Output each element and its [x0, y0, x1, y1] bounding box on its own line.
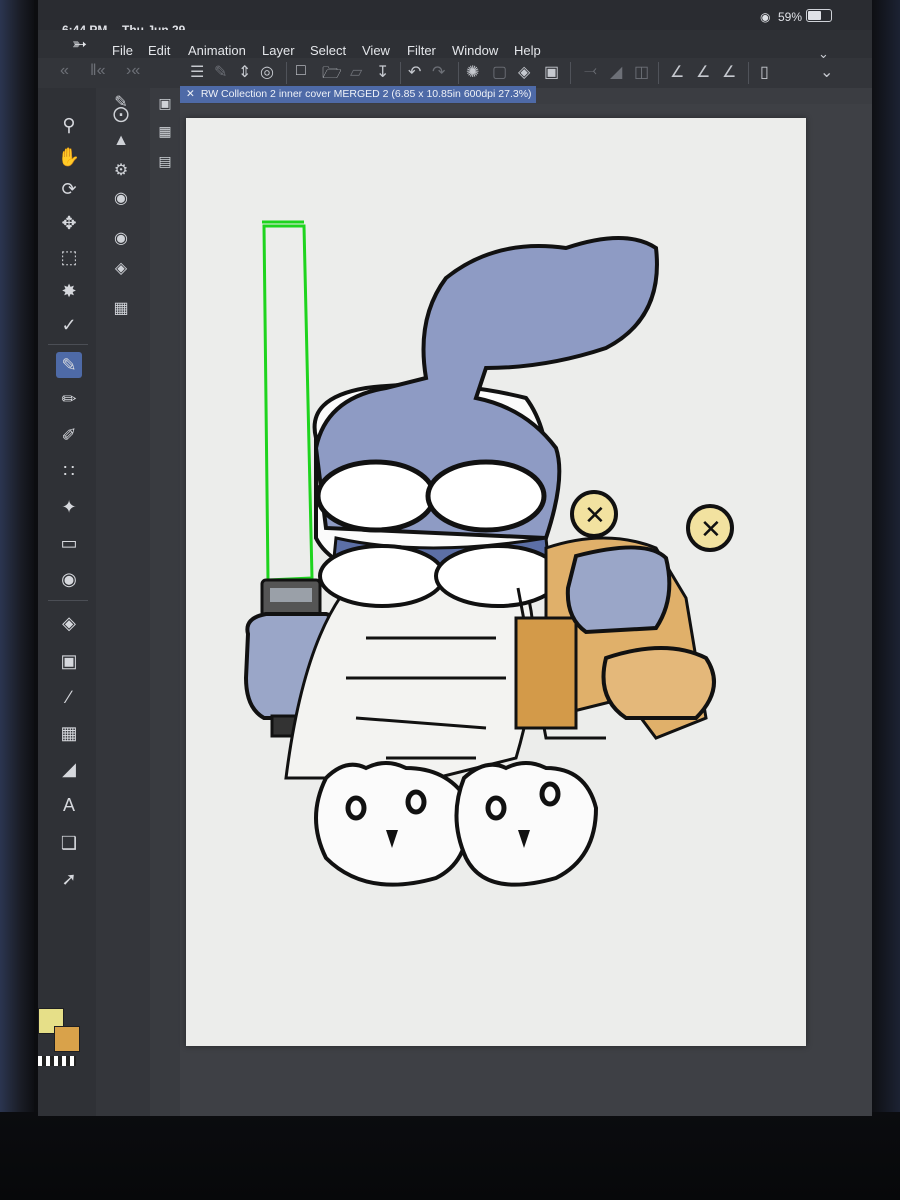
brush-icon[interactable]: ✐	[56, 422, 82, 448]
stepper-icon[interactable]: ⇕	[238, 62, 251, 82]
menu-filter[interactable]: Filter	[407, 43, 436, 58]
command-bar: « ‖« ›« ☰ ✎ ⇕ ◎ □ 🗁 ▱ ↧ ↶ ↷ ✺ ▢ ◈ ▣ ⤙ ◢ …	[38, 58, 872, 88]
transparent-color-swatch[interactable]	[38, 1056, 76, 1066]
grid-snap-icon[interactable]: ∠	[722, 62, 736, 82]
special-ruler-icon[interactable]: ∠	[696, 62, 710, 82]
tool-palette: ⚲ ✋ ⟳ ✥ ⬚ ✸ ✓ ✎ ✏ ✐ ∷ ✦ ▭ ◉ ◈ ▣ ∕ ▦ ◢ A …	[38, 88, 96, 1116]
gradient-icon[interactable]: ▣	[56, 648, 82, 674]
tablet-bezel-left	[0, 0, 34, 1200]
balloon-icon[interactable]: ❑	[56, 830, 82, 856]
hand-icon[interactable]: ✋	[56, 144, 82, 170]
line-icon[interactable]: ∕	[56, 684, 82, 710]
tablet-screen: 6:44 PM Thu Jun 29 ◉ 59% ➳ File Edit Ani…	[38, 0, 872, 1116]
move-icon[interactable]: ✥	[56, 210, 82, 236]
pen-icon[interactable]: ✎	[56, 352, 82, 378]
eyedropper-icon[interactable]: ✓	[56, 312, 82, 338]
sub-tool-palette: ✎ ⨀ ▲ ⚙ ◉ ◉ ◈ ▦	[96, 88, 150, 1116]
layer-icon[interactable]: ◈	[108, 256, 134, 282]
crop-icon[interactable]: ◫	[634, 62, 649, 82]
search-icon[interactable]: ⚲	[56, 112, 82, 138]
svg-text:✕: ✕	[700, 514, 722, 544]
expand-right-icon[interactable]: ›«	[126, 62, 140, 80]
brush-size-icon[interactable]: ▲	[108, 128, 134, 154]
layer-property-icon[interactable]: ▦	[108, 296, 134, 322]
menu-icon[interactable]: ☰	[190, 62, 204, 82]
sub-color-swatch[interactable]	[54, 1026, 80, 1052]
new-file-icon[interactable]: □	[296, 62, 306, 80]
eraser-icon[interactable]: ▭	[56, 530, 82, 556]
decoration-icon[interactable]: ✦	[56, 494, 82, 520]
menu-view[interactable]: View	[362, 43, 390, 58]
status-bar: 6:44 PM Thu Jun 29 ◉ 59%	[38, 0, 872, 37]
palette-dock: ▣ ▦ ▤	[150, 88, 180, 1116]
document-tab[interactable]: ✕ RW Collection 2 inner cover MERGED 2 (6…	[180, 86, 536, 103]
rotate-icon[interactable]: ⟳	[56, 176, 82, 202]
app-logo-icon[interactable]: ➳	[72, 34, 87, 55]
illustration: ✕ ✕	[243, 220, 734, 887]
menu-select[interactable]: Select	[310, 43, 346, 58]
airbrush-icon[interactable]: ∷	[56, 458, 82, 484]
pen-pressure-icon[interactable]: ✎	[214, 62, 227, 82]
redo-icon[interactable]: ↷	[432, 62, 445, 82]
menu-edit[interactable]: Edit	[148, 43, 170, 58]
canvas-paper[interactable]: ✕ ✕	[186, 118, 806, 1046]
frame-icon[interactable]: ▦	[56, 720, 82, 746]
undo-icon[interactable]: ↶	[408, 62, 421, 82]
menu-animation[interactable]: Animation	[188, 43, 246, 58]
open-file-icon[interactable]: 🗁	[322, 62, 342, 89]
blend-icon[interactable]: ◉	[56, 566, 82, 592]
fill-selection-icon[interactable]: ◈	[518, 62, 530, 82]
battery-percent: 59%	[778, 10, 803, 24]
battery-icon	[806, 9, 832, 22]
collapse-left-icon[interactable]: «	[60, 62, 69, 80]
ruler-snap-icon[interactable]: ∠	[670, 62, 684, 82]
navigator-icon[interactable]: ⨀	[108, 102, 134, 128]
export-icon[interactable]: ↧	[376, 62, 389, 82]
svg-text:✕: ✕	[584, 500, 606, 530]
text-icon[interactable]: A	[56, 792, 82, 818]
grip-icon: ‖«	[90, 62, 106, 79]
menu-layer[interactable]: Layer	[262, 43, 295, 58]
material-icon[interactable]: ▣	[154, 92, 176, 114]
fill-icon[interactable]: ◈	[56, 610, 82, 636]
menu-file[interactable]: File	[112, 43, 133, 58]
tool-property-icon[interactable]: ⚙	[108, 158, 134, 184]
magic-wand-icon[interactable]: ✸	[56, 278, 82, 304]
menu-window[interactable]: Window	[452, 43, 498, 58]
app-icon[interactable]: ◎	[260, 62, 274, 82]
chevron-down-icon[interactable]: ⌄	[820, 62, 833, 82]
tablet-bezel-right	[872, 0, 900, 1200]
close-icon[interactable]: ✕	[186, 88, 195, 100]
invert-icon[interactable]: ◢	[610, 62, 622, 82]
device-icon[interactable]: ▯	[760, 62, 769, 82]
correct-line-icon[interactable]: ➚	[56, 866, 82, 892]
timeline-icon[interactable]: ▤	[154, 150, 176, 172]
color-set-icon[interactable]: ◉	[108, 226, 134, 252]
ruler-icon[interactable]: ◢	[56, 756, 82, 782]
canvas-area[interactable]: ✕ ✕	[180, 104, 872, 1116]
selection-icon[interactable]: ⬚	[56, 244, 82, 270]
pencil-icon[interactable]: ✏	[56, 386, 82, 412]
menu-bar: ➳ File Edit Animation Layer Select View …	[38, 30, 872, 61]
save-icon[interactable]: ▱	[350, 62, 362, 82]
menu-help[interactable]: Help	[514, 43, 541, 58]
clear-icon[interactable]: ▢	[492, 62, 507, 82]
deselect-icon[interactable]: ⤙	[584, 62, 597, 80]
tablet-bezel-bottom	[0, 1112, 900, 1200]
wifi-icon: ◉	[760, 10, 771, 24]
sub-tool-detail-icon[interactable]: ◉	[108, 186, 134, 212]
loading-icon: ✺	[466, 64, 480, 81]
document-title: RW Collection 2 inner cover MERGED 2 (6.…	[200, 88, 532, 100]
transform-icon[interactable]: ▣	[544, 62, 559, 82]
grid-icon[interactable]: ▦	[154, 120, 176, 142]
